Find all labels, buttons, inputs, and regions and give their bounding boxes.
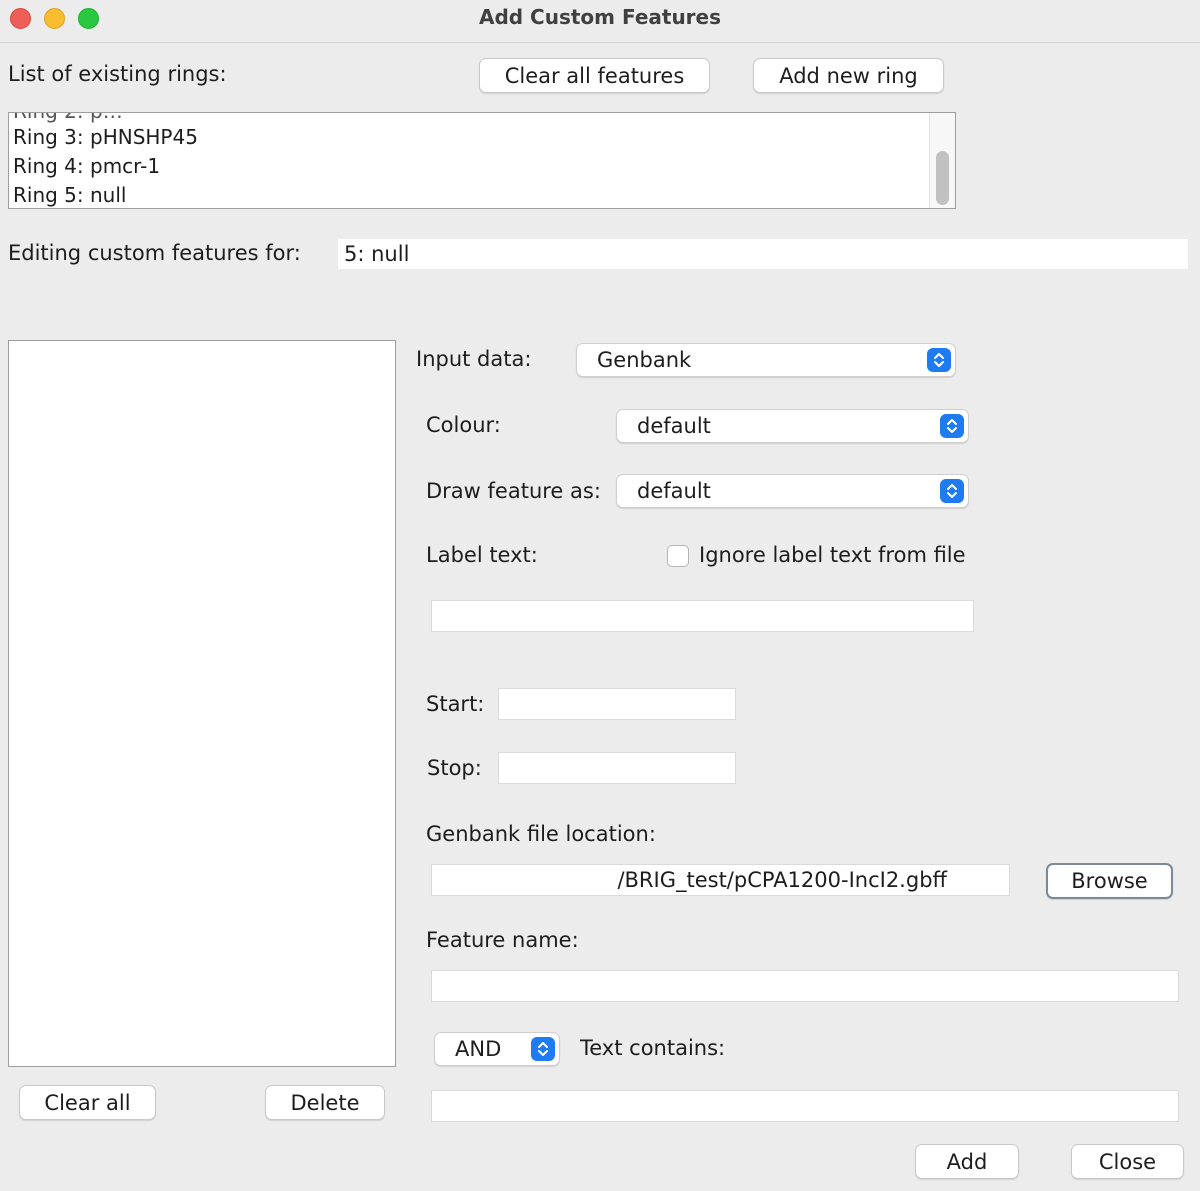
draw-feature-as-value: default — [637, 479, 711, 503]
existing-rings-label: List of existing rings: — [8, 62, 227, 86]
updown-chevron-icon — [940, 479, 964, 503]
colour-label: Colour: — [426, 413, 501, 437]
browse-button[interactable]: Browse — [1046, 863, 1173, 899]
draw-feature-as-select[interactable]: default — [616, 474, 969, 508]
add-new-ring-button[interactable]: Add new ring — [753, 58, 944, 93]
stop-input[interactable] — [498, 752, 736, 784]
start-label: Start: — [426, 692, 485, 716]
ignore-label-checkbox[interactable] — [667, 545, 689, 567]
updown-chevron-icon — [927, 348, 951, 372]
list-item[interactable]: Ring 5: null — [13, 183, 126, 207]
title-bar: Add Custom Features — [0, 0, 1200, 43]
genbank-file-location-label: Genbank file location: — [426, 822, 656, 846]
clear-all-features-button[interactable]: Clear all features — [479, 58, 710, 93]
rings-scrollbar[interactable] — [929, 113, 955, 208]
ignore-label-text-label: Ignore label text from file — [699, 543, 966, 567]
colour-select[interactable]: default — [616, 409, 969, 443]
custom-features-list[interactable] — [8, 340, 396, 1067]
list-item[interactable]: Ring 3: pHNSHP45 — [13, 125, 198, 149]
feature-name-label: Feature name: — [426, 928, 579, 952]
input-data-value: Genbank — [597, 348, 692, 372]
close-button[interactable]: Close — [1071, 1144, 1184, 1179]
list-item-clipped: Ring 2: p… — [13, 113, 123, 123]
stop-label: Stop: — [427, 756, 482, 780]
updown-chevron-icon — [531, 1037, 555, 1061]
colour-value: default — [637, 414, 711, 438]
feature-name-input[interactable] — [431, 970, 1179, 1002]
editing-label: Editing custom features for: — [8, 241, 301, 265]
operator-value: AND — [455, 1037, 502, 1061]
rings-list[interactable]: Ring 2: p… Ring 3: pHNSHP45 Ring 4: pmcr… — [8, 112, 956, 209]
updown-chevron-icon — [940, 414, 964, 438]
genbank-file-path-input[interactable]: /BRIG_test/pCPA1200-IncI2.gbff — [431, 864, 1010, 896]
add-button[interactable]: Add — [915, 1144, 1019, 1179]
input-data-select[interactable]: Genbank — [576, 343, 956, 377]
label-text-input[interactable] — [431, 600, 974, 632]
draw-feature-as-label: Draw feature as: — [426, 479, 601, 503]
scrollbar-thumb[interactable] — [936, 151, 949, 205]
clear-all-button[interactable]: Clear all — [19, 1085, 156, 1120]
text-contains-label: Text contains: — [580, 1036, 726, 1060]
delete-button[interactable]: Delete — [265, 1085, 385, 1120]
window-title: Add Custom Features — [478, 5, 722, 29]
operator-select[interactable]: AND — [434, 1032, 560, 1066]
input-data-label: Input data: — [416, 347, 532, 371]
list-item[interactable]: Ring 4: pmcr-1 — [13, 154, 160, 178]
editing-ring-field: 5: null — [337, 238, 1189, 270]
label-text-label: Label text: — [426, 543, 538, 567]
start-input[interactable] — [498, 688, 736, 720]
text-contains-input[interactable] — [431, 1090, 1179, 1122]
